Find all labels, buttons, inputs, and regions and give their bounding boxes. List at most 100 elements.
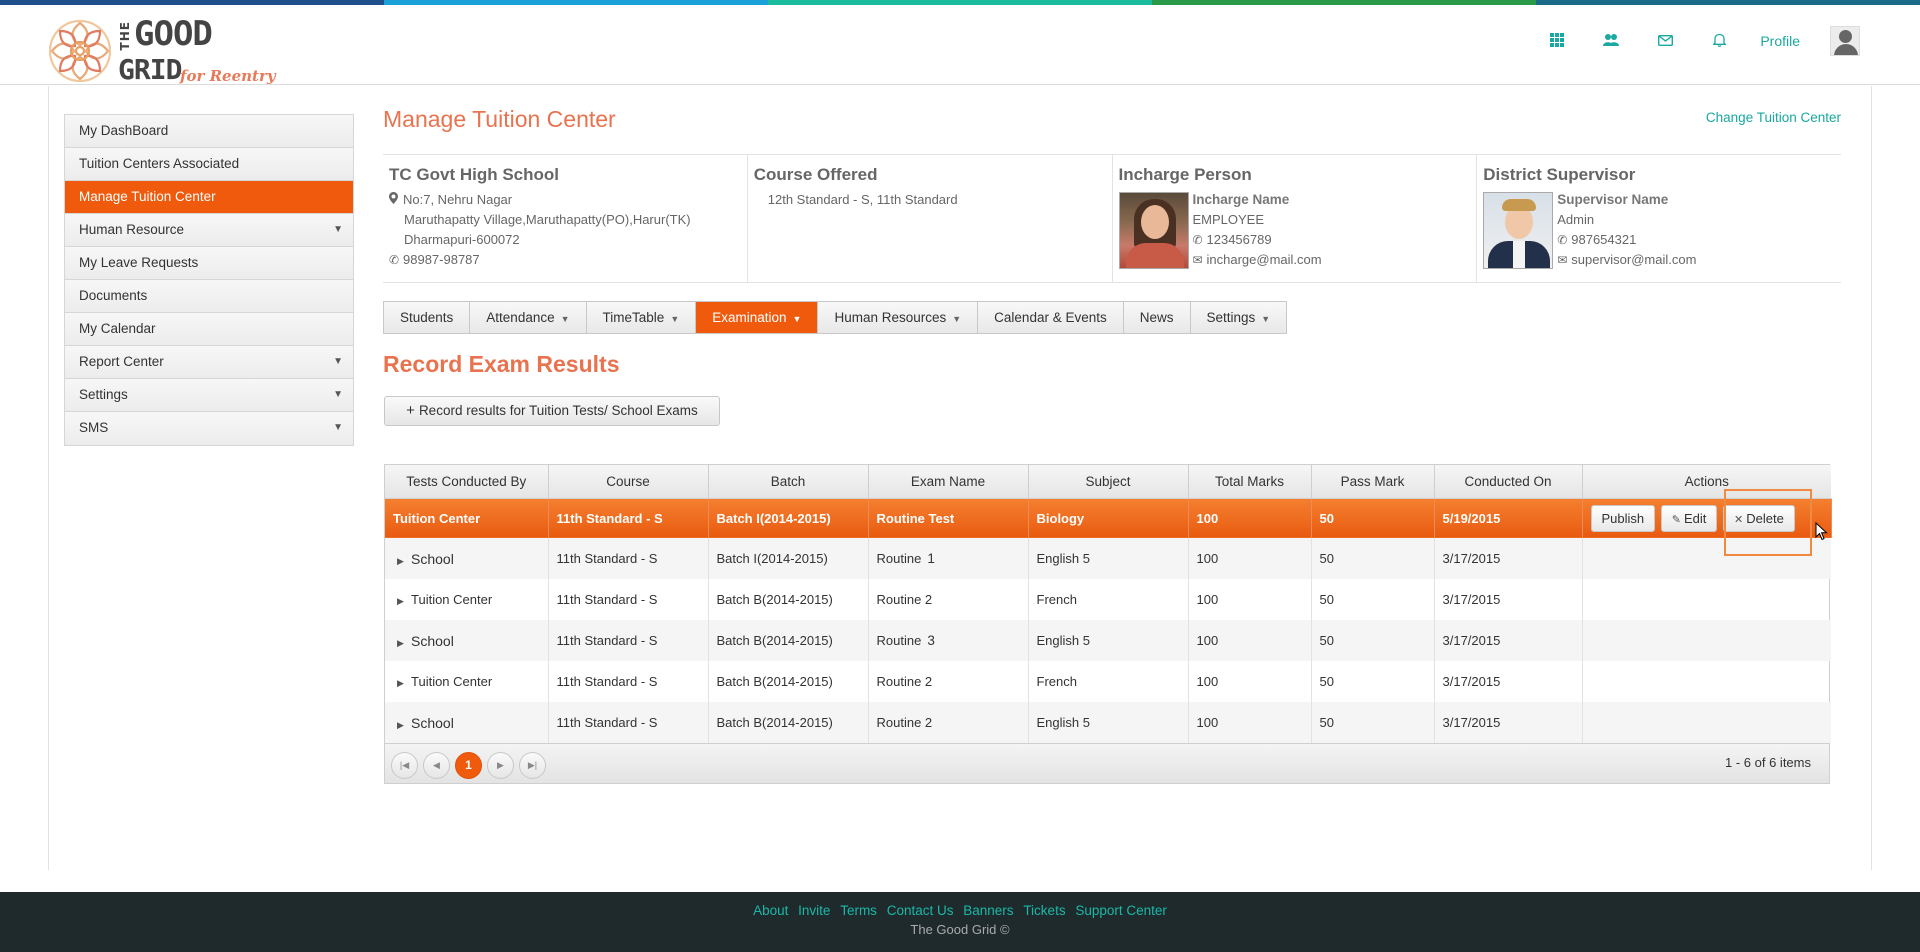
column-header[interactable]: Exam Name (868, 465, 1029, 499)
first-page-icon[interactable]: |◀ (391, 752, 418, 779)
exam-name-text: Routine (876, 633, 922, 648)
tab-human-resources[interactable]: Human Resources ▼ (818, 302, 979, 333)
edit-button[interactable]: ✎ Edit (1660, 504, 1718, 532)
avatar-head (1839, 30, 1852, 43)
sidebar-item-documents[interactable]: Documents (65, 280, 353, 313)
sidebar-item-label: Manage Tuition Center (79, 189, 216, 204)
flower-logo-icon (48, 19, 112, 83)
footer-link-tickets[interactable]: Tickets (1023, 903, 1065, 918)
supervisor-email-line: ✉ supervisor@mail.com (1557, 250, 1696, 270)
table-row[interactable]: ▶ School 11th Standard - S Batch I(2014-2… (385, 538, 1831, 579)
table-row[interactable]: ▶ School 11th Standard - S Batch B(2014-2… (385, 620, 1831, 661)
sidebar-item-leave-requests[interactable]: My Leave Requests (65, 247, 353, 280)
footer-link-support[interactable]: Support Center (1075, 903, 1167, 918)
cell-batch: Batch B(2014-2015) (708, 620, 869, 661)
profile-link[interactable]: Profile (1760, 33, 1800, 49)
avatar[interactable] (1830, 26, 1860, 56)
cell-actions (1582, 702, 1831, 743)
cell-conducted-on: 5/19/2015 (1434, 498, 1583, 538)
sidebar-item-dashboard[interactable]: My DashBoard (65, 115, 353, 148)
tab-timetable[interactable]: TimeTable ▼ (587, 302, 697, 333)
cell-course: 11th Standard - S (548, 538, 709, 579)
table-row-selected[interactable]: Tuition Center 11th Standard - S Batch I… (385, 498, 1832, 538)
supervisor-info: District Supervisor Supervisor Name Admi… (1477, 155, 1841, 282)
supervisor-email: supervisor@mail.com (1571, 252, 1697, 267)
logo[interactable]: THE GOOD GRID for Reentry (46, 13, 276, 91)
tab-news[interactable]: News (1124, 302, 1191, 333)
sidebar-item-sms[interactable]: SMS ▼ (65, 412, 353, 445)
cell-course: 11th Standard - S (548, 579, 709, 620)
publish-button[interactable]: Publish (1590, 504, 1656, 532)
cell-conducted-by-text: School (411, 550, 454, 567)
expand-arrow-icon[interactable]: ▶ (397, 596, 411, 607)
exam-name-text: Routine (876, 551, 922, 566)
sidebar: My DashBoard Tuition Centers Associated … (64, 114, 354, 446)
column-header[interactable]: Subject (1028, 465, 1189, 499)
footer-link-banners[interactable]: Banners (963, 903, 1013, 918)
incharge-heading: Incharge Person (1118, 165, 1252, 184)
caret-down-icon: ▼ (333, 389, 343, 400)
cell-conducted-on: 3/17/2015 (1434, 538, 1583, 579)
tab-settings[interactable]: Settings ▼ (1191, 302, 1287, 333)
column-header[interactable]: Conducted On (1434, 465, 1583, 499)
sidebar-item-tuition-centers-associated[interactable]: Tuition Centers Associated (65, 148, 353, 181)
photo-shirt (1513, 241, 1526, 268)
people-icon[interactable] (1584, 33, 1638, 50)
column-header[interactable]: Pass Mark (1311, 465, 1435, 499)
supervisor-role: Admin (1557, 212, 1595, 227)
supervisor-name: Supervisor Name (1557, 192, 1669, 207)
sidebar-item-human-resource[interactable]: Human Resource ▼ (65, 214, 353, 247)
page-number-current[interactable]: 1 (455, 752, 482, 779)
footer-link-contact[interactable]: Contact Us (887, 903, 954, 918)
footer-link-about[interactable]: About (753, 903, 788, 918)
sidebar-item-report-center[interactable]: Report Center ▼ (65, 346, 353, 379)
mouse-pointer-icon (1815, 522, 1828, 541)
cell-subject: French (1028, 661, 1189, 702)
cell-exam-name: Routine Test (868, 498, 1029, 538)
column-header[interactable]: Course (548, 465, 709, 499)
column-header[interactable]: Total Marks (1188, 465, 1312, 499)
cell-course: 11th Standard - S (548, 620, 709, 661)
cell-exam-name: Routine 2 (868, 661, 1029, 702)
cell-actions (1582, 579, 1831, 620)
record-results-button[interactable]: + Record results for Tuition Tests/ Schoo… (384, 396, 720, 426)
change-tuition-center-link[interactable]: Change Tuition Center (1706, 110, 1841, 125)
cell-batch: Batch B(2014-2015) (708, 661, 869, 702)
table-row[interactable]: ▶ Tuition Center 11th Standard - S Batch … (385, 579, 1831, 620)
cell-conducted-by-text: Tuition Center (411, 674, 493, 689)
expand-arrow-icon[interactable]: ▶ (397, 720, 411, 731)
school-info: TC Govt High School No:7, Nehru Nagar Ma… (383, 155, 748, 282)
cell-subject: English 5 (1028, 702, 1189, 743)
footer-link-invite[interactable]: Invite (798, 903, 830, 918)
sidebar-item-calendar[interactable]: My Calendar (65, 313, 353, 346)
table-row[interactable]: ▶ Tuition Center 11th Standard - S Batch … (385, 661, 1831, 702)
column-header[interactable]: Tests Conducted By (385, 465, 549, 499)
sidebar-item-settings[interactable]: Settings ▼ (65, 379, 353, 412)
expand-arrow-icon[interactable]: ▶ (397, 556, 411, 567)
tab-attendance[interactable]: Attendance ▼ (470, 302, 587, 333)
next-page-icon[interactable]: ▶ (487, 752, 514, 779)
table-row[interactable]: ▶ School 11th Standard - S Batch B(2014-2… (385, 702, 1831, 743)
bell-icon[interactable] (1692, 33, 1746, 50)
tab-calendar-events[interactable]: Calendar & Events (978, 302, 1124, 333)
prev-page-icon[interactable]: ◀ (423, 752, 450, 779)
edit-label: Edit (1683, 510, 1707, 526)
pencil-icon: ✎ (1671, 513, 1681, 526)
last-page-icon[interactable]: ▶| (519, 752, 546, 779)
caret-down-icon: ▼ (333, 356, 343, 367)
column-header[interactable]: Batch (708, 465, 869, 499)
cell-exam-name: Routine 3 (868, 620, 1029, 661)
apps-grid-icon[interactable] (1530, 32, 1584, 50)
exam-number: 3 (927, 633, 935, 648)
tab-label: Attendance (486, 310, 555, 325)
mail-icon[interactable] (1638, 33, 1692, 49)
footer-link-terms[interactable]: Terms (840, 903, 877, 918)
cell-conducted-by: ▶ School (385, 620, 549, 661)
tab-examination[interactable]: Examination ▼ (696, 302, 819, 333)
sidebar-item-manage-tuition-center[interactable]: Manage Tuition Center (65, 181, 353, 214)
tab-students[interactable]: Students (384, 302, 471, 333)
expand-arrow-icon[interactable]: ▶ (397, 678, 411, 689)
caret-down-icon: ▼ (792, 314, 802, 324)
expand-arrow-icon[interactable]: ▶ (397, 638, 411, 649)
cell-conducted-by: ▶ School (385, 538, 549, 579)
